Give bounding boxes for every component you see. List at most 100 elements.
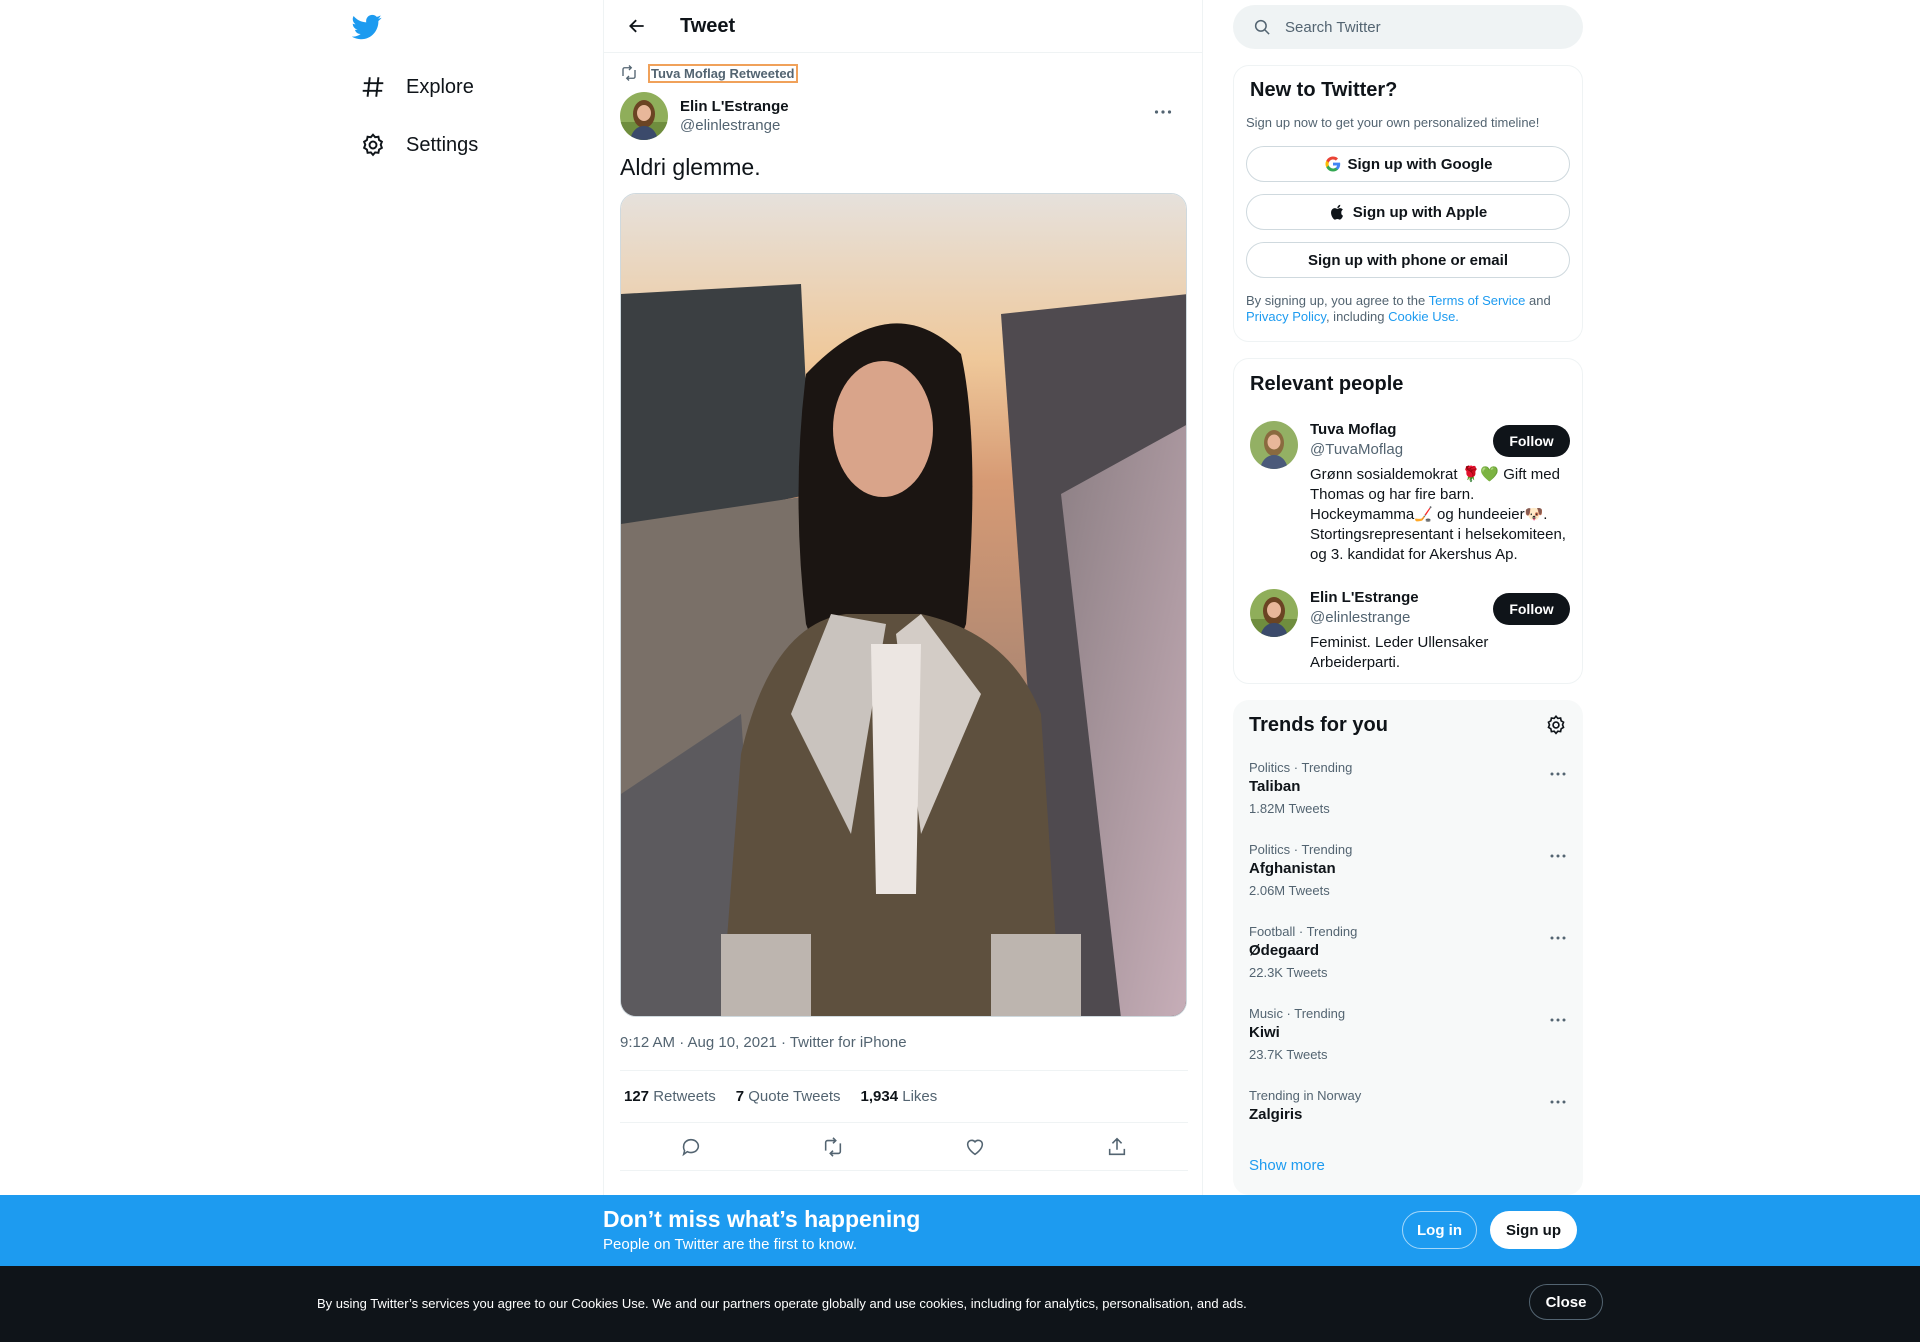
likes-count: 1,934: [860, 1088, 899, 1105]
trend-more-button[interactable]: [1547, 930, 1569, 946]
tweet-text: Aldri glemme.: [620, 154, 761, 180]
search-bar[interactable]: [1233, 5, 1583, 49]
signup-button[interactable]: Sign up: [1490, 1211, 1577, 1249]
retweets-label: Retweets: [653, 1088, 716, 1105]
heart-icon: [966, 1139, 984, 1155]
privacy-link[interactable]: Privacy Policy: [1246, 309, 1326, 324]
gear-icon[interactable]: [1545, 714, 1567, 736]
nav-explore-label: Explore: [406, 75, 474, 98]
quote-tweets-stat[interactable]: 7 Quote Tweets: [736, 1088, 841, 1105]
tweet-actions: [620, 1123, 1188, 1171]
quote-tweets-count: 7: [735, 1088, 745, 1105]
share-button[interactable]: [1100, 1130, 1134, 1164]
signup-phone-button[interactable]: Sign up with phone or email: [1246, 242, 1570, 278]
likes-stat[interactable]: 1,934 Likes: [861, 1088, 938, 1105]
trend-more-button[interactable]: [1547, 1094, 1569, 1110]
trend-more-button[interactable]: [1547, 1012, 1569, 1028]
legal-including: , including: [1325, 309, 1389, 324]
trend-more-button[interactable]: [1547, 766, 1569, 782]
trend-count: 1.82M Tweets: [1249, 801, 1330, 816]
signup-card: New to Twitter? Sign up now to get your …: [1233, 65, 1583, 342]
author-name[interactable]: Elin L'Estrange: [680, 98, 789, 115]
author-text: Elin L'Estrange @elinlestrange: [680, 98, 789, 134]
signup-legal-text: By signing up, you agree to the Terms of…: [1246, 293, 1572, 325]
reply-icon: [682, 1138, 700, 1156]
trend-name: Zalgiris: [1249, 1106, 1303, 1123]
person-name[interactable]: Elin L'Estrange: [1310, 589, 1419, 606]
trend-item[interactable]: Football · Trending Ødegaard 22.3K Tweet…: [1249, 924, 1569, 1006]
promo-subtitle: People on Twitter are the first to know.: [603, 1236, 858, 1253]
terms-link[interactable]: Terms of Service: [1429, 293, 1526, 308]
photo-image: [621, 194, 1186, 1016]
trend-name: Afghanistan: [1249, 860, 1336, 877]
google-icon: [1325, 156, 1340, 172]
trend-name: Ødegaard: [1249, 942, 1320, 959]
trend-item[interactable]: Music · Trending Kiwi 23.7K Tweets: [1249, 1006, 1569, 1088]
share-icon: [1108, 1137, 1126, 1155]
legal-and: and: [1525, 293, 1551, 308]
cookie-use-link[interactable]: Cookie Use.: [1388, 309, 1459, 324]
trend-meta: Football · Trending: [1249, 924, 1358, 939]
login-button[interactable]: Log in: [1402, 1211, 1477, 1249]
person-bio: Grønn sosialdemokrat 🌹💚 Gift med Thomas …: [1310, 466, 1566, 563]
relevant-people-title: Relevant people: [1250, 373, 1404, 395]
retweeted-by-link[interactable]: Tuva Moflag Retweeted: [648, 63, 798, 83]
twitter-logo-icon[interactable]: [352, 12, 382, 42]
search-input[interactable]: [1285, 18, 1545, 36]
trend-name: Kiwi: [1249, 1024, 1280, 1041]
signup-card-title: New to Twitter?: [1250, 79, 1398, 101]
arrow-left-icon: [629, 19, 644, 33]
follow-button[interactable]: Follow: [1493, 425, 1570, 457]
show-more-link[interactable]: Show more: [1249, 1157, 1325, 1174]
trend-meta: Trending in Norway: [1249, 1088, 1362, 1103]
trend-meta: Music · Trending: [1249, 1006, 1346, 1021]
page-title: Tweet: [680, 14, 736, 37]
back-button[interactable]: [620, 9, 654, 43]
trend-count: 23.7K Tweets: [1249, 1047, 1328, 1062]
person-handle[interactable]: @TuvaMoflag: [1310, 441, 1403, 458]
author-handle[interactable]: @elinlestrange: [680, 117, 789, 134]
cookie-text: By using Twitter’s services you agree to…: [317, 1296, 1247, 1311]
retweets-stat[interactable]: 127 Retweets: [624, 1088, 716, 1105]
avatar[interactable]: [620, 92, 668, 140]
trend-meta: Politics · Trending: [1249, 760, 1353, 775]
tweet-more-button[interactable]: [1150, 102, 1176, 122]
reply-button[interactable]: [674, 1130, 708, 1164]
promo-title: Don’t miss what’s happening: [603, 1206, 921, 1232]
person-name[interactable]: Tuva Moflag: [1310, 421, 1396, 438]
avatar[interactable]: [1250, 421, 1298, 469]
trend-count: 22.3K Tweets: [1249, 965, 1328, 980]
close-button[interactable]: Close: [1529, 1284, 1603, 1320]
trend-name: Taliban: [1249, 778, 1301, 795]
signup-google-button[interactable]: Sign up with Google: [1246, 146, 1570, 182]
legal-prefix: By signing up, you agree to the: [1246, 293, 1429, 308]
trends-title: Trends for you: [1249, 714, 1388, 736]
signup-card-subtitle: Sign up now to get your own personalized…: [1246, 115, 1540, 130]
more-dots-icon: [1550, 936, 1566, 940]
follow-button[interactable]: Follow: [1493, 593, 1570, 625]
trend-item[interactable]: Politics · Trending Afghanistan 2.06M Tw…: [1249, 842, 1569, 924]
trends-card: Trends for you Politics · Trending Talib…: [1233, 700, 1583, 1195]
gear-icon: [362, 133, 384, 157]
main-column: Tweet Tuva Moflag Retweeted Elin L'Estra…: [603, 0, 1203, 1342]
more-dots-icon: [1550, 1100, 1566, 1104]
nav-explore[interactable]: Explore: [348, 62, 486, 112]
nav-settings[interactable]: Settings: [348, 120, 490, 170]
more-dots-icon: [1550, 772, 1566, 776]
trend-item[interactable]: Politics · Trending Taliban 1.82M Tweets: [1249, 760, 1569, 842]
retweet-button[interactable]: [816, 1130, 850, 1164]
like-button[interactable]: [958, 1130, 992, 1164]
nav-settings-label: Settings: [406, 133, 479, 156]
trend-more-button[interactable]: [1547, 848, 1569, 864]
tweet-timestamp[interactable]: 9:12 AM · Aug 10, 2021 · Twitter for iPh…: [620, 1034, 907, 1051]
signup-promo-bar: Don’t miss what’s happening People on Tw…: [0, 1195, 1920, 1266]
tweet-photo[interactable]: [620, 193, 1187, 1017]
quote-tweets-label: Quote Tweets: [748, 1088, 841, 1105]
signup-phone-label: Sign up with phone or email: [1307, 251, 1508, 269]
more-dots-icon: [1550, 854, 1566, 858]
person-handle[interactable]: @elinlestrange: [1310, 609, 1410, 626]
signup-apple-button[interactable]: Sign up with Apple: [1246, 194, 1570, 230]
more-dots-icon: [1550, 1018, 1566, 1022]
avatar[interactable]: [1250, 589, 1298, 637]
relevant-people-card: Relevant people Tuva Moflag @TuvaMoflag …: [1233, 358, 1583, 684]
